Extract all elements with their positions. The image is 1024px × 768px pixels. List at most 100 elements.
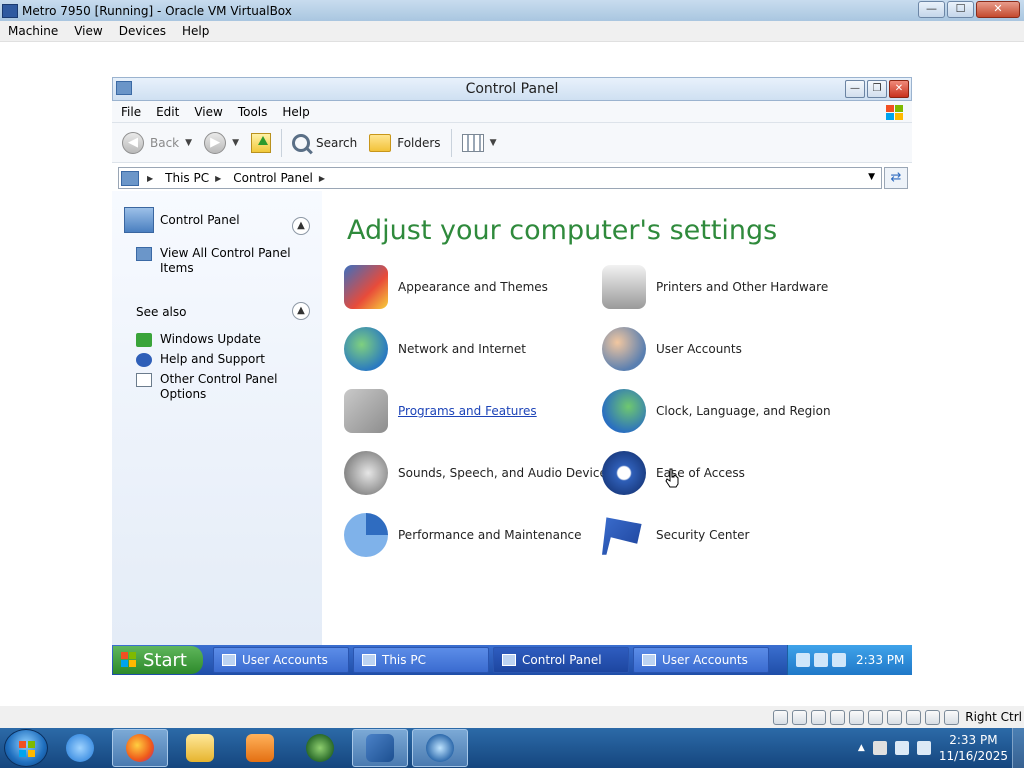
security-flag-icon bbox=[602, 517, 642, 555]
sidebar-item-windows-update[interactable]: Windows Update bbox=[136, 332, 296, 347]
back-button[interactable]: ◀ Back ▼ bbox=[116, 127, 198, 159]
category-clock-language-region[interactable]: Clock, Language, and Region bbox=[602, 389, 831, 433]
globe-icon bbox=[306, 734, 334, 762]
control-panel-window: Control Panel — ❐ ✕ File Edit View Tools… bbox=[112, 77, 912, 645]
category-user-accounts[interactable]: User Accounts bbox=[602, 327, 742, 371]
category-printers-hardware[interactable]: Printers and Other Hardware bbox=[602, 265, 828, 309]
vb-menu-machine[interactable]: Machine bbox=[0, 24, 66, 38]
folders-button[interactable]: Folders bbox=[363, 127, 446, 159]
forward-button[interactable]: ▶ ▼ bbox=[198, 127, 245, 159]
shared-folders-icon[interactable] bbox=[868, 709, 884, 725]
breadcrumb-control-panel[interactable]: Control Panel bbox=[233, 171, 313, 185]
volume-icon[interactable] bbox=[832, 653, 846, 667]
vb-titlebar: Metro 7950 [Running] - Oracle VM Virtual… bbox=[0, 0, 1024, 21]
show-hidden-icons-icon[interactable]: ▲ bbox=[858, 743, 865, 753]
category-appearance-themes[interactable]: Appearance and Themes bbox=[344, 265, 548, 309]
taskbar-item-user-accounts-2[interactable]: User Accounts bbox=[633, 647, 769, 673]
breadcrumb-arrow-icon[interactable]: ▶ bbox=[147, 174, 153, 183]
vb-menu-view[interactable]: View bbox=[66, 24, 110, 38]
cp-menu-help[interactable]: Help bbox=[273, 105, 315, 119]
taskbar-item-label: User Accounts bbox=[662, 653, 748, 667]
views-button[interactable]: ▼ bbox=[456, 127, 503, 159]
cp-menu-view[interactable]: View bbox=[185, 105, 228, 119]
cp-menu-file[interactable]: File bbox=[112, 105, 147, 119]
back-dropdown-icon[interactable]: ▼ bbox=[185, 138, 192, 148]
vb-minimize-button[interactable]: — bbox=[918, 1, 945, 18]
category-performance-maintenance[interactable]: Performance and Maintenance bbox=[344, 513, 582, 557]
cp-titlebar[interactable]: Control Panel — ❐ ✕ bbox=[112, 77, 912, 101]
clock-globe-icon bbox=[602, 389, 646, 433]
hard-disk-icon[interactable] bbox=[773, 709, 789, 725]
cpu-icon[interactable] bbox=[925, 709, 941, 725]
vb-menu-devices[interactable]: Devices bbox=[111, 24, 174, 38]
pin-vm-window[interactable] bbox=[412, 729, 468, 767]
refresh-button[interactable]: ⇄ bbox=[884, 167, 908, 189]
cp-minimize-button[interactable]: — bbox=[845, 80, 865, 98]
category-label: Sounds, Speech, and Audio Devices bbox=[398, 466, 614, 480]
host-date: 11/16/2025 bbox=[938, 749, 1008, 763]
vb-close-button[interactable]: ✕ bbox=[976, 1, 1020, 18]
cp-toolbar: ◀ Back ▼ ▶ ▼ Search Folders ▼ bbox=[112, 123, 912, 163]
vb-maximize-button[interactable]: ☐ bbox=[947, 1, 974, 18]
category-security-center[interactable]: Security Center bbox=[602, 513, 749, 557]
pin-virtualbox[interactable] bbox=[352, 729, 408, 767]
category-network-internet[interactable]: Network and Internet bbox=[344, 327, 526, 371]
sidebar-item-view-all[interactable]: View All Control Panel Items bbox=[136, 246, 296, 276]
security-icon[interactable] bbox=[796, 653, 810, 667]
views-dropdown-icon[interactable]: ▼ bbox=[490, 138, 497, 148]
mouse-integration-icon[interactable] bbox=[944, 709, 960, 725]
pie-chart-icon bbox=[344, 513, 388, 557]
sidebar-item-label: Other Control Panel Options bbox=[160, 372, 278, 401]
cp-main: Adjust your computer's settings Appearan… bbox=[322, 191, 912, 645]
sidebar-item-help-support[interactable]: Help and Support bbox=[136, 352, 296, 367]
host-start-orb[interactable] bbox=[4, 729, 48, 767]
cp-menu-tools[interactable]: Tools bbox=[229, 105, 274, 119]
sidebar-item-other-options[interactable]: Other Control Panel Options bbox=[136, 372, 296, 402]
collapse-panel-button[interactable]: ▲ bbox=[292, 217, 310, 235]
pin-internet-explorer[interactable] bbox=[52, 729, 108, 767]
pin-network-app[interactable] bbox=[292, 729, 348, 767]
taskbar-item-label: Control Panel bbox=[522, 653, 602, 667]
action-center-icon[interactable] bbox=[872, 741, 887, 755]
address-dropdown-icon[interactable]: ▼ bbox=[868, 172, 875, 182]
audio-icon[interactable] bbox=[811, 709, 827, 725]
category-label: Appearance and Themes bbox=[398, 280, 548, 294]
address-input[interactable]: ▶ This PC ▶ Control Panel ▶ ▼ bbox=[118, 167, 882, 189]
cp-menu-edit[interactable]: Edit bbox=[147, 105, 185, 119]
category-programs-features[interactable]: Programs and Features bbox=[344, 389, 537, 433]
taskbar-item-control-panel[interactable]: Control Panel bbox=[493, 647, 629, 673]
display-icon[interactable] bbox=[887, 709, 903, 725]
show-desktop-button[interactable] bbox=[1012, 728, 1024, 768]
vb-menu-help[interactable]: Help bbox=[174, 24, 217, 38]
guest-system-tray: 2:33 PM bbox=[787, 645, 912, 675]
category-label: Clock, Language, and Region bbox=[656, 404, 831, 418]
breadcrumb-this-pc[interactable]: This PC bbox=[165, 171, 209, 185]
network-adapter-icon[interactable] bbox=[830, 709, 846, 725]
pin-firefox[interactable] bbox=[112, 729, 168, 767]
users-icon bbox=[642, 654, 656, 666]
volume-icon[interactable] bbox=[916, 741, 931, 755]
up-folder-button[interactable] bbox=[245, 127, 277, 159]
cp-close-button[interactable]: ✕ bbox=[889, 80, 909, 98]
taskbar-item-user-accounts[interactable]: User Accounts bbox=[213, 647, 349, 673]
network-icon[interactable] bbox=[814, 653, 828, 667]
guest-start-button[interactable]: Start bbox=[113, 646, 203, 674]
search-icon bbox=[291, 133, 310, 152]
forward-dropdown-icon[interactable]: ▼ bbox=[232, 138, 239, 148]
search-button[interactable]: Search bbox=[286, 127, 363, 159]
pin-media-player[interactable] bbox=[232, 729, 288, 767]
appearance-themes-icon bbox=[344, 265, 388, 309]
guest-clock[interactable]: 2:33 PM bbox=[856, 653, 904, 667]
optical-drive-icon[interactable] bbox=[792, 709, 808, 725]
collapse-see-also-button[interactable]: ▲ bbox=[292, 302, 310, 320]
cp-restore-button[interactable]: ❐ bbox=[867, 80, 887, 98]
recording-icon[interactable] bbox=[906, 709, 922, 725]
breadcrumb-arrow-icon[interactable]: ▶ bbox=[319, 174, 325, 183]
breadcrumb-arrow-icon[interactable]: ▶ bbox=[215, 174, 221, 183]
pin-explorer[interactable] bbox=[172, 729, 228, 767]
taskbar-item-this-pc[interactable]: This PC bbox=[353, 647, 489, 673]
network-icon[interactable] bbox=[894, 741, 909, 755]
host-clock[interactable]: 2:33 PM 11/16/2025 bbox=[939, 732, 1008, 764]
category-sounds-audio[interactable]: Sounds, Speech, and Audio Devices bbox=[344, 451, 613, 495]
usb-icon[interactable] bbox=[849, 709, 865, 725]
